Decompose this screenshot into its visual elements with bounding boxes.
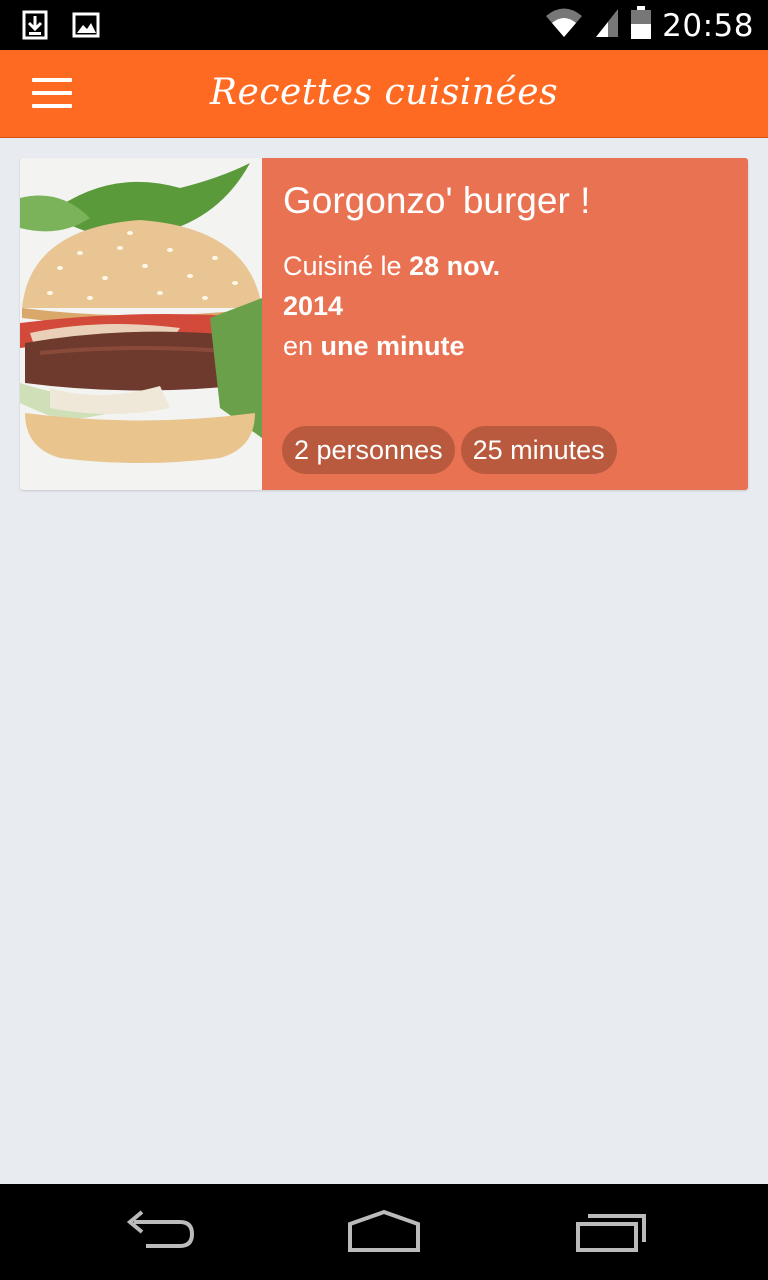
app-bar: Recettes cuisinées (0, 50, 768, 138)
servings-tag: 2 personnes (282, 426, 455, 474)
image-icon (72, 10, 100, 40)
nav-bar (0, 1184, 768, 1280)
status-time: 20:58 (662, 7, 754, 44)
cooked-date: 28 nov. (409, 251, 501, 281)
signal-icon (594, 7, 620, 44)
time-tag: 25 minutes (460, 426, 617, 474)
app-title: Recettes cuisinées (209, 72, 559, 113)
recipe-info: Cuisiné le 28 nov. 2014 en une minute (283, 246, 500, 366)
recipe-tags: 2 personnes 25 minutes (282, 426, 617, 474)
duration-prefix: en (283, 331, 321, 361)
recipe-card[interactable]: Gorgonzo' burger ! Cuisiné le 28 nov. 20… (20, 158, 748, 490)
recent-apps-icon[interactable] (572, 1206, 652, 1258)
cooked-prefix: Cuisiné le (283, 251, 410, 281)
recipe-details: Gorgonzo' burger ! Cuisiné le 28 nov. 20… (262, 158, 748, 490)
back-icon[interactable] (120, 1206, 200, 1258)
download-icon (22, 10, 50, 40)
status-bar: 20:58 (0, 0, 768, 50)
cook-duration: une minute (320, 331, 465, 361)
home-icon[interactable] (344, 1206, 424, 1258)
battery-icon (630, 6, 652, 45)
wifi-icon (544, 7, 584, 44)
cooked-year: 2014 (283, 291, 344, 321)
recipe-title: Gorgonzo' burger ! (283, 180, 591, 221)
burger-photo (20, 158, 262, 490)
